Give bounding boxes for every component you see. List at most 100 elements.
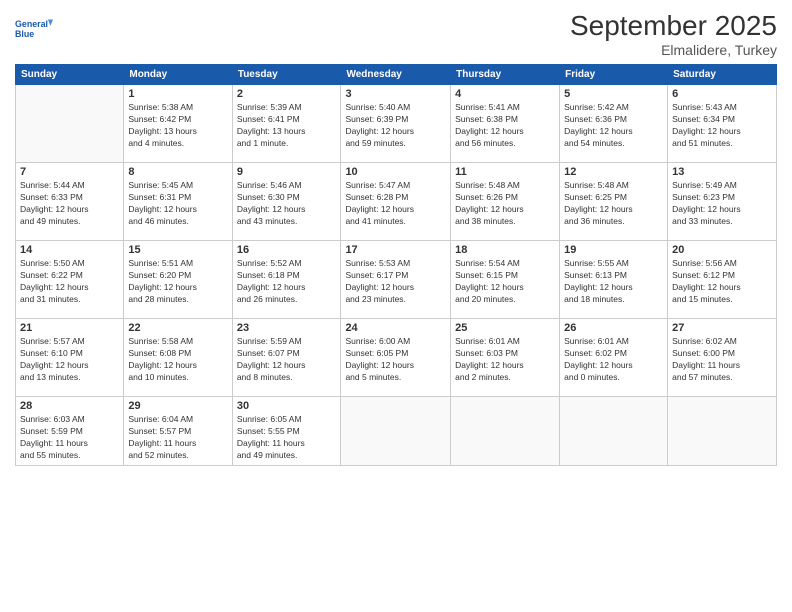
day-info: Sunrise: 6:02 AM Sunset: 6:00 PM Dayligh…: [672, 336, 772, 384]
day-number: 2: [237, 88, 337, 100]
calendar-cell: 5Sunrise: 5:42 AM Sunset: 6:36 PM Daylig…: [560, 85, 668, 163]
calendar-cell: 3 Sunrise: 5:40 AM Sunset: 6:39 PM Daylig…: [341, 85, 451, 163]
day-number: 21: [20, 322, 119, 334]
logo-svg: General Blue: [15, 10, 53, 48]
day-info: Sunrise: 5:39 AM Sunset: 6:41 PM Dayligh…: [237, 102, 337, 150]
month-title: September 2025: [570, 10, 777, 42]
logo: General Blue: [15, 10, 53, 48]
day-header-wednesday: Wednesday: [341, 65, 451, 85]
day-number: 30: [237, 400, 337, 412]
calendar-cell: 8 Sunrise: 5:45 AM Sunset: 6:31 PM Daylig…: [124, 163, 232, 241]
calendar-cell: 26Sunrise: 6:01 AM Sunset: 6:02 PM Dayli…: [560, 319, 668, 397]
day-info: Sunrise: 6:03 AM Sunset: 5:59 PM Dayligh…: [20, 414, 119, 462]
calendar-cell: [16, 85, 124, 163]
day-header-thursday: Thursday: [451, 65, 560, 85]
calendar-week-row: 21Sunrise: 5:57 AM Sunset: 6:10 PM Dayli…: [16, 319, 777, 397]
calendar-cell: 19 Sunrise: 5:55 AM Sunset: 6:13 PM Dayli…: [560, 241, 668, 319]
calendar-cell: 28 Sunrise: 6:03 AM Sunset: 5:59 PM Dayli…: [16, 397, 124, 466]
day-info: Sunrise: 5:41 AM Sunset: 6:38 PM Dayligh…: [455, 102, 555, 150]
day-number: 17: [345, 244, 446, 256]
day-info: Sunrise: 5:54 AM Sunset: 6:15 PM Dayligh…: [455, 258, 555, 306]
page: General Blue September 2025 Elmalidere, …: [0, 0, 792, 612]
calendar-cell: 17 Sunrise: 5:53 AM Sunset: 6:17 PM Dayli…: [341, 241, 451, 319]
calendar-cell: 23 Sunrise: 5:59 AM Sunset: 6:07 PM Dayli…: [232, 319, 341, 397]
calendar-cell: 16 Sunrise: 5:52 AM Sunset: 6:18 PM Dayli…: [232, 241, 341, 319]
day-header-friday: Friday: [560, 65, 668, 85]
calendar-cell: 27 Sunrise: 6:02 AM Sunset: 6:00 PM Dayli…: [668, 319, 777, 397]
svg-text:Blue: Blue: [15, 29, 34, 39]
calendar-week-row: 1 Sunrise: 5:38 AM Sunset: 6:42 PM Daylig…: [16, 85, 777, 163]
day-number: 10: [345, 166, 446, 178]
day-info: Sunrise: 5:53 AM Sunset: 6:17 PM Dayligh…: [345, 258, 446, 306]
day-info: Sunrise: 5:55 AM Sunset: 6:13 PM Dayligh…: [564, 258, 663, 306]
day-info: Sunrise: 5:50 AM Sunset: 6:22 PM Dayligh…: [20, 258, 119, 306]
day-number: 1: [128, 88, 227, 100]
day-number: 14: [20, 244, 119, 256]
calendar-week-row: 14 Sunrise: 5:50 AM Sunset: 6:22 PM Dayli…: [16, 241, 777, 319]
day-info: Sunrise: 6:01 AM Sunset: 6:02 PM Dayligh…: [564, 336, 663, 384]
day-number: 18: [455, 244, 555, 256]
day-number: 29: [128, 400, 227, 412]
day-info: Sunrise: 5:58 AM Sunset: 6:08 PM Dayligh…: [128, 336, 227, 384]
day-number: 7: [20, 166, 119, 178]
day-number: 6: [672, 88, 772, 100]
day-info: Sunrise: 6:05 AM Sunset: 5:55 PM Dayligh…: [237, 414, 337, 462]
day-number: 4: [455, 88, 555, 100]
calendar-cell: 29 Sunrise: 6:04 AM Sunset: 5:57 PM Dayli…: [124, 397, 232, 466]
day-info: Sunrise: 6:01 AM Sunset: 6:03 PM Dayligh…: [455, 336, 555, 384]
day-info: Sunrise: 5:44 AM Sunset: 6:33 PM Dayligh…: [20, 180, 119, 228]
calendar-cell: [560, 397, 668, 466]
calendar-cell: 2 Sunrise: 5:39 AM Sunset: 6:41 PM Daylig…: [232, 85, 341, 163]
calendar-cell: 21Sunrise: 5:57 AM Sunset: 6:10 PM Dayli…: [16, 319, 124, 397]
day-number: 12: [564, 166, 663, 178]
day-number: 27: [672, 322, 772, 334]
calendar-cell: 12 Sunrise: 5:48 AM Sunset: 6:25 PM Dayli…: [560, 163, 668, 241]
calendar-cell: 25 Sunrise: 6:01 AM Sunset: 6:03 PM Dayli…: [451, 319, 560, 397]
day-number: 23: [237, 322, 337, 334]
calendar-cell: [341, 397, 451, 466]
calendar-cell: 11 Sunrise: 5:48 AM Sunset: 6:26 PM Dayli…: [451, 163, 560, 241]
calendar-cell: 10 Sunrise: 5:47 AM Sunset: 6:28 PM Dayli…: [341, 163, 451, 241]
day-info: Sunrise: 5:46 AM Sunset: 6:30 PM Dayligh…: [237, 180, 337, 228]
calendar-cell: 20Sunrise: 5:56 AM Sunset: 6:12 PM Dayli…: [668, 241, 777, 319]
day-number: 22: [128, 322, 227, 334]
calendar-cell: 9 Sunrise: 5:46 AM Sunset: 6:30 PM Daylig…: [232, 163, 341, 241]
day-info: Sunrise: 5:42 AM Sunset: 6:36 PM Dayligh…: [564, 102, 663, 150]
day-number: 28: [20, 400, 119, 412]
day-number: 11: [455, 166, 555, 178]
day-number: 13: [672, 166, 772, 178]
day-info: Sunrise: 6:04 AM Sunset: 5:57 PM Dayligh…: [128, 414, 227, 462]
day-info: Sunrise: 5:51 AM Sunset: 6:20 PM Dayligh…: [128, 258, 227, 306]
day-info: Sunrise: 5:48 AM Sunset: 6:25 PM Dayligh…: [564, 180, 663, 228]
day-info: Sunrise: 5:52 AM Sunset: 6:18 PM Dayligh…: [237, 258, 337, 306]
calendar-cell: 14 Sunrise: 5:50 AM Sunset: 6:22 PM Dayli…: [16, 241, 124, 319]
day-number: 8: [128, 166, 227, 178]
day-info: Sunrise: 5:49 AM Sunset: 6:23 PM Dayligh…: [672, 180, 772, 228]
location-subtitle: Elmalidere, Turkey: [570, 42, 777, 58]
day-header-monday: Monday: [124, 65, 232, 85]
day-number: 9: [237, 166, 337, 178]
calendar-cell: 13 Sunrise: 5:49 AM Sunset: 6:23 PM Dayli…: [668, 163, 777, 241]
day-info: Sunrise: 5:38 AM Sunset: 6:42 PM Dayligh…: [128, 102, 227, 150]
header: General Blue September 2025 Elmalidere, …: [15, 10, 777, 58]
day-info: Sunrise: 5:56 AM Sunset: 6:12 PM Dayligh…: [672, 258, 772, 306]
day-number: 19: [564, 244, 663, 256]
calendar-header-row: SundayMondayTuesdayWednesdayThursdayFrid…: [16, 65, 777, 85]
day-info: Sunrise: 5:47 AM Sunset: 6:28 PM Dayligh…: [345, 180, 446, 228]
title-block: September 2025 Elmalidere, Turkey: [570, 10, 777, 58]
day-number: 16: [237, 244, 337, 256]
calendar-cell: [451, 397, 560, 466]
calendar-week-row: 7 Sunrise: 5:44 AM Sunset: 6:33 PM Daylig…: [16, 163, 777, 241]
calendar-cell: 7 Sunrise: 5:44 AM Sunset: 6:33 PM Daylig…: [16, 163, 124, 241]
svg-text:General: General: [15, 19, 48, 29]
day-info: Sunrise: 5:40 AM Sunset: 6:39 PM Dayligh…: [345, 102, 446, 150]
day-header-tuesday: Tuesday: [232, 65, 341, 85]
day-info: Sunrise: 6:00 AM Sunset: 6:05 PM Dayligh…: [345, 336, 446, 384]
calendar-cell: 24Sunrise: 6:00 AM Sunset: 6:05 PM Dayli…: [341, 319, 451, 397]
day-info: Sunrise: 5:48 AM Sunset: 6:26 PM Dayligh…: [455, 180, 555, 228]
day-info: Sunrise: 5:45 AM Sunset: 6:31 PM Dayligh…: [128, 180, 227, 228]
day-number: 15: [128, 244, 227, 256]
day-number: 25: [455, 322, 555, 334]
day-info: Sunrise: 5:59 AM Sunset: 6:07 PM Dayligh…: [237, 336, 337, 384]
day-number: 3: [345, 88, 446, 100]
